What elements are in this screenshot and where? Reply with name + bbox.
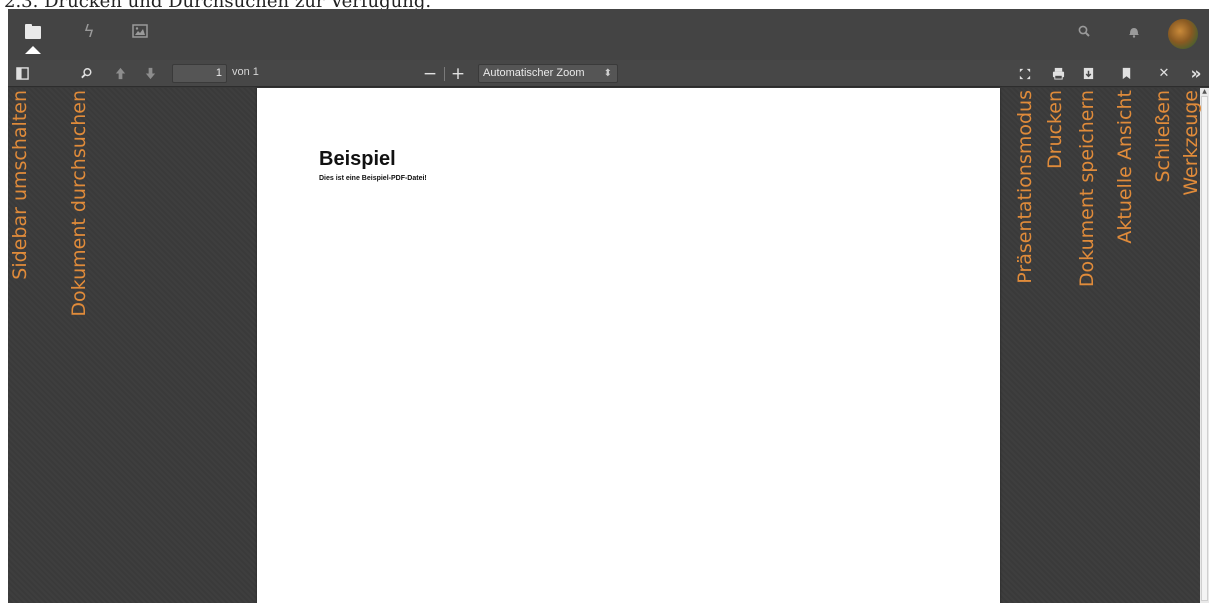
page-number-input[interactable]: 1: [172, 64, 227, 83]
zoom-select-value: Automatischer Zoom: [483, 67, 585, 79]
arrow-up-icon: [115, 67, 125, 80]
avatar[interactable]: [1168, 19, 1198, 49]
viewer-container: Beispiel Dies ist eine Beispiel-PDF-Date…: [8, 88, 1209, 603]
download-button[interactable]: [1080, 64, 1096, 83]
annotation-close: Schließen: [1152, 90, 1174, 183]
active-tab-indicator: [25, 46, 41, 54]
annotation-current-view: Aktuelle Ansicht: [1114, 90, 1136, 244]
bell-icon[interactable]: [1125, 23, 1143, 41]
image-icon[interactable]: [132, 23, 150, 41]
app-window: ϟ 1 von 1 − + Automatischer Zoom ⬍ ✕ » B…: [8, 9, 1209, 603]
scrollbar-thumb[interactable]: [1201, 96, 1208, 601]
zoom-out-button[interactable]: −: [422, 64, 438, 84]
page-count-label: von 1: [232, 66, 259, 78]
toolbar-separator: [444, 67, 445, 81]
printer-icon: [1052, 67, 1064, 80]
arrow-down-icon: [145, 67, 155, 80]
document-subtitle: Dies ist eine Beispiel-PDF-Datei!: [319, 175, 427, 182]
next-page-button[interactable]: [142, 64, 158, 83]
find-button[interactable]: [78, 64, 94, 83]
chevron-updown-icon: ⬍: [603, 68, 612, 79]
document-title: Beispiel: [319, 148, 396, 170]
folder-icon[interactable]: [25, 23, 43, 41]
annotation-presentation: Präsentationsmodus: [1014, 90, 1036, 284]
app-bar: ϟ: [8, 9, 1209, 60]
annotation-print: Drucken: [1044, 90, 1066, 169]
annotation-tools: Werkzeuge: [1180, 90, 1202, 196]
fullscreen-icon: [1019, 68, 1031, 79]
sidebar-toggle-button[interactable]: [14, 64, 30, 83]
print-button[interactable]: [1050, 64, 1066, 83]
pdf-page: Beispiel Dies ist eine Beispiel-PDF-Date…: [257, 88, 1000, 603]
page-caption: 2.3. Drucken und Durchsuchen zur Verfügu…: [4, 0, 1209, 9]
pdf-toolbar: 1 von 1 − + Automatischer Zoom ⬍ ✕ »: [8, 60, 1209, 87]
zoom-in-button[interactable]: +: [450, 64, 466, 84]
bookmark-button[interactable]: [1118, 64, 1134, 83]
annotation-sidebar: Sidebar umschalten: [9, 90, 31, 280]
magnifier-icon: [80, 68, 92, 79]
annotation-search: Dokument durchsuchen: [68, 90, 90, 317]
close-button[interactable]: ✕: [1156, 64, 1172, 83]
bolt-icon[interactable]: ϟ: [80, 23, 98, 41]
previous-page-button[interactable]: [112, 64, 128, 83]
zoom-select[interactable]: Automatischer Zoom ⬍: [478, 64, 618, 83]
sidebar-icon: [15, 67, 29, 80]
tools-button[interactable]: »: [1188, 64, 1204, 84]
annotation-save: Dokument speichern: [1076, 90, 1098, 288]
save-icon: [1083, 67, 1093, 80]
bookmark-icon: [1122, 67, 1130, 80]
search-icon[interactable]: [1076, 23, 1094, 41]
presentation-mode-button[interactable]: [1017, 64, 1033, 83]
scroll-up-icon[interactable]: ▲: [1201, 88, 1208, 95]
